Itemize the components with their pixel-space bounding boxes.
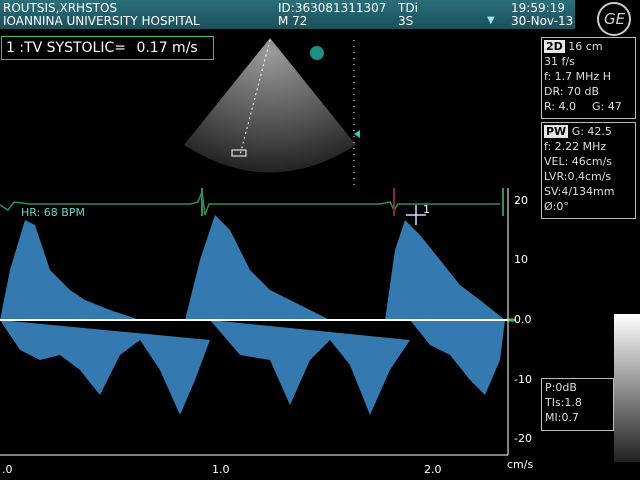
patient-age-sex: M 72 [278,14,308,28]
patient-name: ROUTSIS,XRHSTOS [3,1,118,15]
angle-value: Ø:0° [544,200,569,213]
y-tick: 10 [514,253,528,266]
doppler-wave-positive [385,220,505,320]
y-unit: cm/s [507,458,534,471]
tis-value: TIs:1.8 [545,396,582,409]
y-tick: -20 [514,432,532,445]
doppler-wave-negative [0,320,210,415]
x-tick: 2.0 [424,463,442,476]
gain-2d: G: 47 [592,100,622,113]
dropdown-icon: ▼ [487,15,495,26]
panel-pw-tag: PW [544,125,569,138]
heart-rate: HR: 68 BPM [21,206,85,219]
probe-name: 3S [398,14,414,28]
doppler-spectrum [0,188,515,456]
y-tick: 0.0 [514,313,532,326]
measurement-label: 1 :TV SYSTOLIC= [6,40,126,56]
doppler-wave-positive [0,220,140,320]
doppler-wave-negative [210,320,410,415]
sample-volume: SV:4/134mm [544,185,615,198]
frequency-2d: f: 1.7 MHz H [544,70,611,83]
frame-rate: 31 f/s [544,55,575,68]
frequency-pw: f: 2.22 MHz [544,140,607,153]
lvr-value: LVR:0.4cm/s [544,170,612,183]
marker-dot-icon [310,46,324,60]
panel-2d-tag: 2D [544,40,565,53]
x-tick: .0 [2,463,13,476]
gain-pw: G: 42.5 [571,125,612,138]
mi-value: MI:0.7 [545,411,579,424]
hospital-name: IOANNINA UNIVERSITY HOSPITAL [3,14,200,28]
panel-pw: PW G: 42.5 f: 2.22 MHz VEL: 46cm/s LVR:0… [541,122,636,219]
ge-logo-text: GE [604,10,626,28]
imaging-mode: TDi [398,1,418,15]
cursor-label: 1 [423,203,430,216]
panel-2d: 2D 16 cm 31 f/s f: 1.7 MHz H DR: 70 dB R… [541,37,636,119]
y-tick: 20 [514,194,528,207]
focus-marker-icon[interactable] [354,130,360,138]
sector-fan [184,38,356,173]
reject-value: R: 4.0 [544,100,577,113]
sector-image [184,38,360,185]
clock-time: 19:59:19 [511,1,565,15]
depth-value: 16 cm [568,40,603,53]
power-value: P:0dB [545,381,577,394]
grayscale-bar [614,314,640,462]
x-tick: 1.0 [212,463,230,476]
doppler-wave-positive [185,215,330,320]
exam-date: 30-Nov-13 [511,14,574,28]
ge-logo-icon: GE [597,2,631,36]
dynamic-range: DR: 70 dB [544,85,599,98]
panel-power: P:0dB TIs:1.8 MI:0.7 [541,378,614,431]
doppler-wave-negative [410,320,505,395]
velocity-value: VEL: 46cm/s [544,155,613,168]
y-tick: -10 [514,373,532,386]
patient-id: ID:363081311307 [278,1,387,15]
